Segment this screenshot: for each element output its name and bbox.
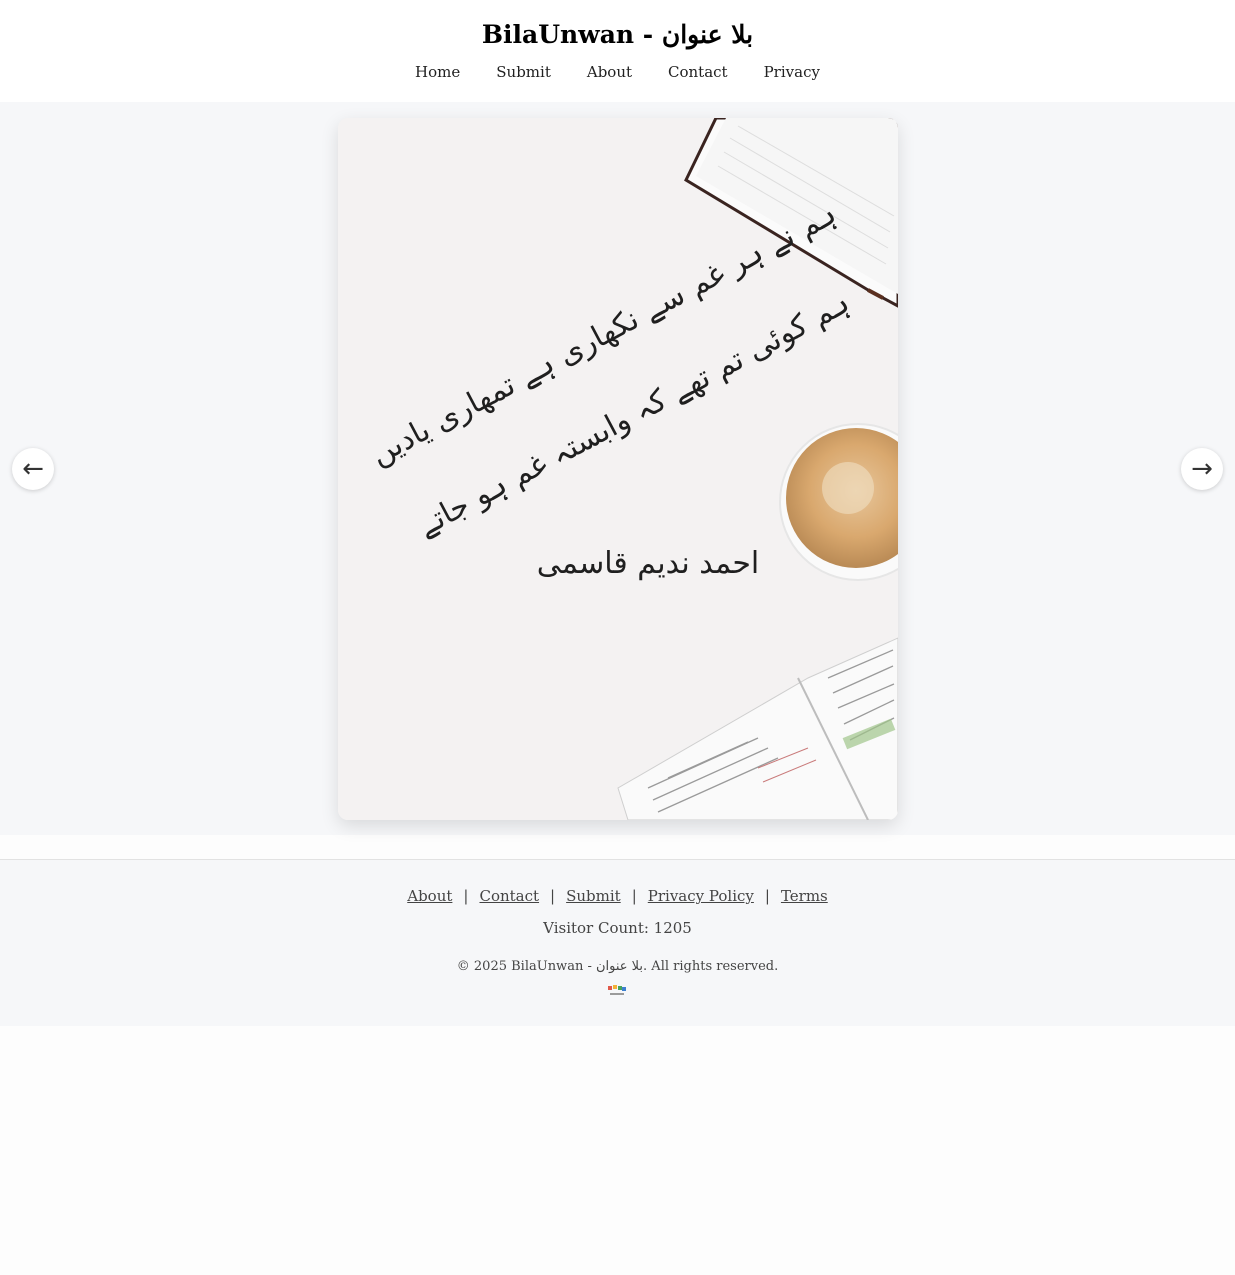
nav-home[interactable]: Home (415, 63, 460, 81)
footer-link-contact[interactable]: Contact (479, 887, 539, 905)
site-footer: About | Contact | Submit | Privacy Policy | Term… (0, 859, 1235, 1026)
footer-separator: | (463, 887, 469, 905)
footer-separator: | (550, 887, 556, 905)
footer-link-terms[interactable]: Terms (781, 887, 828, 905)
next-arrow-icon[interactable]: → (1181, 448, 1223, 490)
poetry-artwork: ہم نے ہر غم سے نکھاری ہے تمھاری یادیں ہم… (338, 118, 898, 820)
prev-arrow-icon[interactable]: ← (12, 448, 54, 490)
footer-link-privacy-policy[interactable]: Privacy Policy (648, 887, 754, 905)
image-carousel: ← ہم نے ہر غم سے نکھاری ہے تمھاری یادیں … (0, 102, 1235, 835)
site-header: BilaUnwan - بلا عنوان Home Submit About … (0, 0, 1235, 102)
poet-name: احمد ندیم قاسمی (537, 546, 759, 581)
site-title: BilaUnwan - بلا عنوان (481, 20, 754, 49)
site-logo-icon (608, 985, 626, 995)
footer-links: About | Contact | Submit | Privacy Policy | Term… (0, 887, 1235, 905)
nav-privacy[interactable]: Privacy (764, 63, 820, 81)
nav-contact[interactable]: Contact (668, 63, 728, 81)
visitor-count: Visitor Count: 1205 (543, 919, 692, 937)
nav-about[interactable]: About (587, 63, 632, 81)
footer-link-submit[interactable]: Submit (566, 887, 621, 905)
footer-separator: | (631, 887, 637, 905)
copyright-text: © 2025 BilaUnwan - بلا عنوان. All rights… (456, 959, 779, 974)
poetry-slide-image: ہم نے ہر غم سے نکھاری ہے تمھاری یادیں ہم… (338, 118, 898, 820)
footer-link-about[interactable]: About (407, 887, 452, 905)
footer-separator: | (764, 887, 770, 905)
main-nav: Home Submit About Contact Privacy (0, 63, 1235, 81)
nav-submit[interactable]: Submit (496, 63, 551, 81)
